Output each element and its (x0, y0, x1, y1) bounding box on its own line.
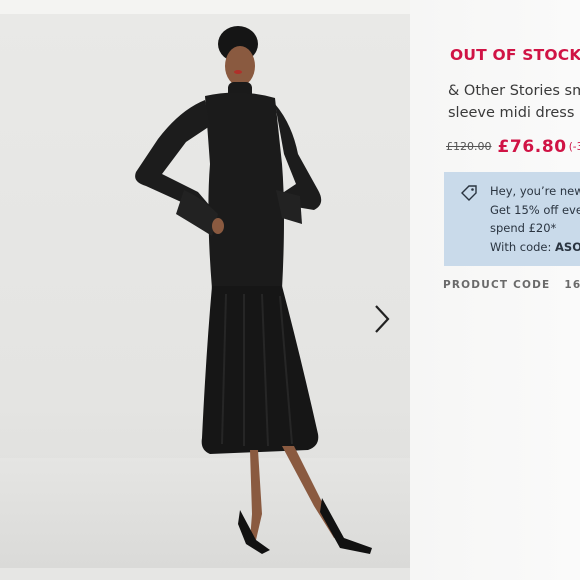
price-row: £120.00 £76.80 (-3 (446, 136, 580, 157)
promo-line-3: spend £20* (490, 221, 557, 235)
promo-code-prefix: With code: (490, 239, 556, 254)
promo-code: ASO (555, 239, 580, 254)
sale-price: £76.80 (497, 136, 567, 157)
original-price: £120.00 (446, 140, 492, 153)
product-code-value: 161 (564, 279, 580, 291)
product-title: & Other Stories sm sleeve midi dress i (448, 80, 580, 124)
promo-line-1: Hey, you’re new (490, 184, 580, 198)
product-details-panel: OUT OF STOCK & Other Stories sm sleeve m… (430, 14, 580, 574)
product-title-line2: sleeve midi dress i (448, 105, 580, 121)
product-image[interactable] (0, 14, 410, 568)
screen: OUT OF STOCK & Other Stories sm sleeve m… (0, 0, 580, 580)
promo-line-4: With code: ASO (490, 238, 580, 257)
model-illustration (135, 26, 372, 554)
promo-line-2: Get 15% off eve (490, 202, 580, 217)
promo-text: Hey, you’re new Get 15% off eve spend £2… (490, 182, 580, 256)
tag-icon (461, 185, 477, 201)
stock-status: OUT OF STOCK (450, 46, 580, 64)
product-code-label: PRODUCT CODE (443, 279, 551, 291)
product-title-line1: & Other Stories sm (448, 83, 580, 99)
next-image-button[interactable] (368, 302, 396, 336)
discount-percent: (-3 (568, 140, 580, 153)
new-customer-promo: Hey, you’re new Get 15% off eve spend £2… (444, 172, 580, 266)
chevron-right-icon (375, 305, 390, 333)
product-code-row: PRODUCT CODE 161 (443, 279, 580, 291)
